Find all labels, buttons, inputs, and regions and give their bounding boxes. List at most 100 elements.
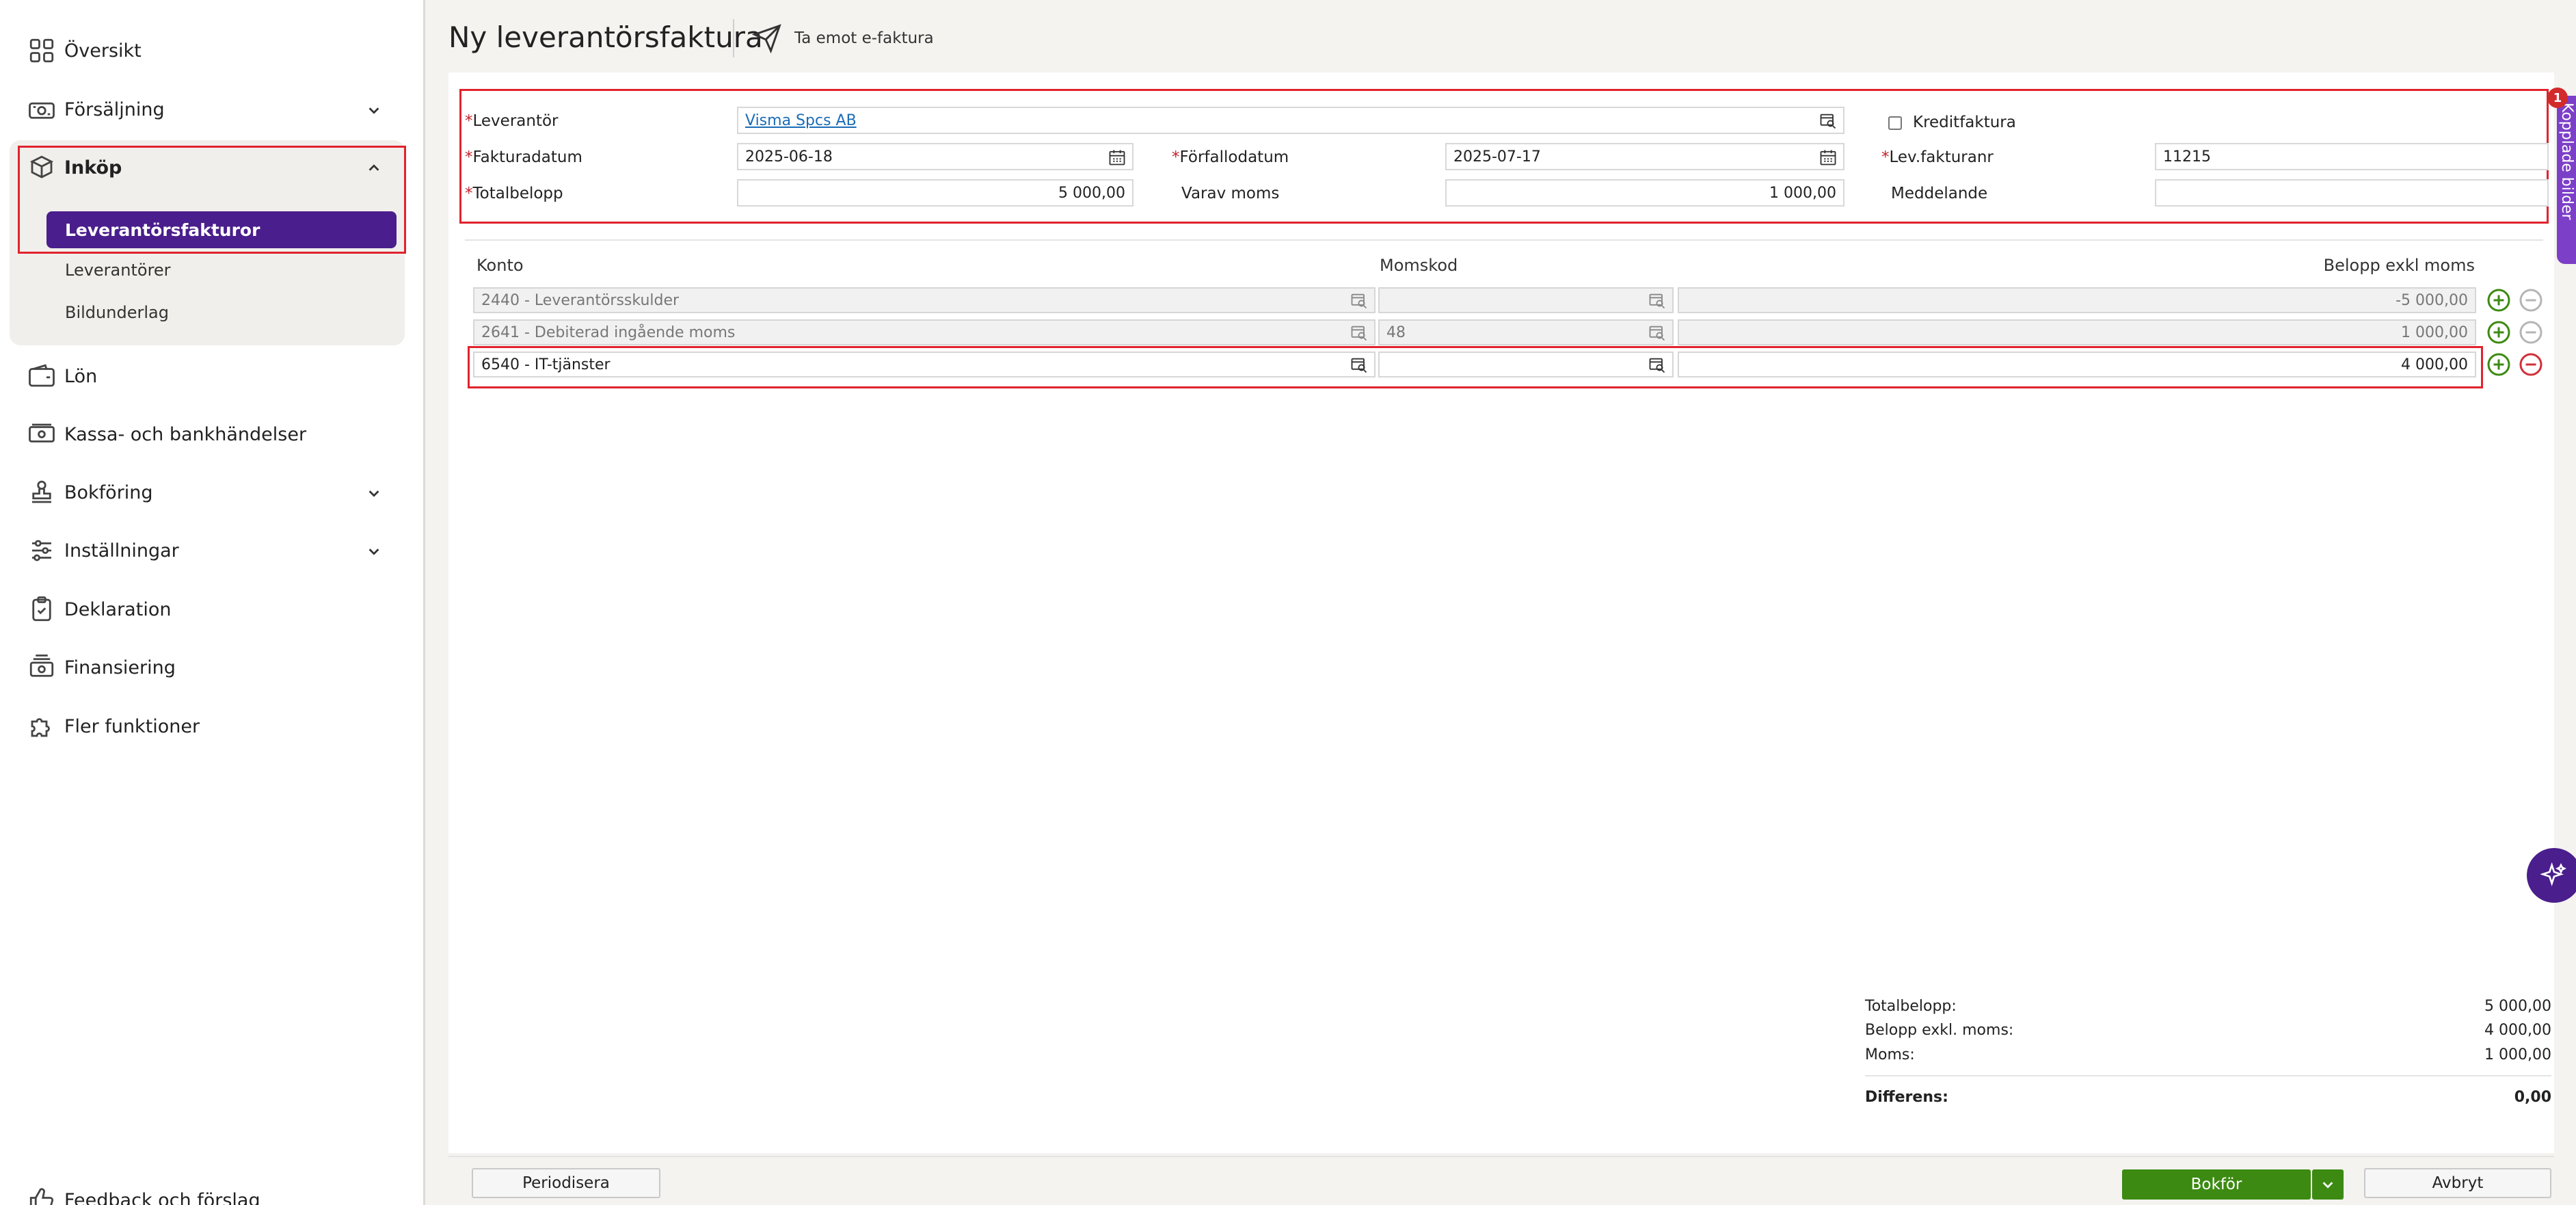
efaktura-button[interactable]: Ta emot e-faktura	[752, 23, 934, 53]
sub-bildunderlag[interactable]: Bildunderlag	[65, 303, 169, 322]
nav-kassa[interactable]: Kassa- och bankhändelser	[27, 414, 397, 455]
levfakturanr-label: *Lev.fakturanr	[1881, 148, 1994, 166]
fakturadatum-value: 2025-06-18	[745, 148, 833, 165]
nav-finansiering-label: Finansiering	[64, 657, 176, 678]
feedback-label: Feedback och förslag	[64, 1189, 260, 1205]
plus-icon	[2487, 289, 2510, 312]
chevron-down-icon[interactable]	[366, 103, 381, 118]
plus-icon	[2487, 353, 2510, 376]
fakturadatum-label: *Fakturadatum	[465, 148, 582, 166]
calendar-icon[interactable]	[1108, 148, 1127, 167]
feedback-link[interactable]: Feedback och förslag	[27, 1186, 260, 1205]
sub-leverantorsfakturor-label: Leverantörsfakturor	[65, 220, 260, 240]
plus-icon	[2487, 321, 2510, 344]
row-2-belopp[interactable]: 1 000,00	[1678, 319, 2476, 345]
wallet-icon	[27, 362, 56, 390]
fakturadatum-field[interactable]: 2025-06-18	[737, 143, 1133, 170]
lookup-icon[interactable]	[1350, 356, 1369, 375]
forfallodatum-value: 2025-07-17	[1453, 148, 1541, 165]
leverantor-link[interactable]: Visma Spcs AB	[745, 112, 857, 129]
nav-oversikt[interactable]: Översikt	[27, 30, 397, 71]
lookup-icon[interactable]	[1648, 356, 1667, 375]
lookup-icon[interactable]	[1819, 111, 1838, 131]
leverantor-field[interactable]: Visma Spcs AB	[737, 107, 1844, 134]
row-1-momskod[interactable]	[1378, 287, 1674, 313]
nav-fler-funktioner-label: Fler funktioner	[64, 715, 200, 737]
sum-exkl-label: Belopp exkl. moms:	[1865, 1022, 2014, 1039]
lookup-icon[interactable]	[1648, 323, 1667, 343]
row-3-konto[interactable]: 6540 - IT-tjänster	[473, 352, 1376, 378]
lookup-icon[interactable]	[1350, 291, 1369, 310]
kreditfaktura-checkbox[interactable]	[1888, 116, 1902, 130]
nav-oversikt-label: Översikt	[64, 40, 142, 62]
row-3-belopp-value: 4 000,00	[2401, 356, 2468, 373]
nav-kassa-label: Kassa- och bankhändelser	[64, 423, 307, 445]
levfakturanr-field[interactable]: 11215	[2155, 143, 2549, 170]
row-3-belopp[interactable]: 4 000,00	[1678, 352, 2476, 378]
meddelande-label: Meddelande	[1891, 185, 1988, 202]
form-divider	[465, 239, 2543, 241]
totalbelopp-label: *Totalbelopp	[465, 185, 563, 202]
ai-assistant-button[interactable]	[2527, 848, 2576, 903]
stamp-icon	[27, 478, 56, 507]
nav-deklaration[interactable]: Deklaration	[27, 589, 397, 630]
chevron-down-icon[interactable]	[366, 486, 381, 501]
chevron-up-icon[interactable]	[366, 161, 381, 176]
row-2-konto[interactable]: 2641 - Debiterad ingående moms	[473, 319, 1376, 345]
varavmoms-value: 1 000,00	[1769, 184, 1836, 202]
leverantor-label: *Leverantör	[465, 112, 559, 130]
row-1-konto[interactable]: 2440 - Leverantörsskulder	[473, 287, 1376, 313]
row-3-momskod[interactable]	[1378, 352, 1674, 378]
row-2-remove-button[interactable]	[2519, 320, 2543, 345]
row-2-add-button[interactable]	[2486, 320, 2511, 345]
nav-forsaljning[interactable]: Försäljning	[27, 89, 397, 130]
cash-register-icon	[27, 95, 56, 124]
row-1-belopp-value: -5 000,00	[2396, 291, 2468, 309]
lookup-icon[interactable]	[1350, 323, 1369, 343]
nav-lon[interactable]: Lön	[27, 356, 397, 397]
periodisera-button[interactable]: Periodisera	[472, 1168, 660, 1198]
bokfor-dropdown-button[interactable]	[2312, 1169, 2344, 1200]
nav-lon-label: Lön	[64, 365, 98, 387]
nav-forsaljning-label: Försäljning	[64, 98, 165, 120]
sliders-icon	[27, 536, 56, 565]
nav-inkop-label: Inköp	[64, 157, 122, 178]
bokfor-button[interactable]: Bokför	[2122, 1169, 2311, 1200]
nav-fler-funktioner[interactable]: Fler funktioner	[27, 706, 397, 747]
boxes-icon	[27, 153, 56, 182]
lookup-icon[interactable]	[1648, 291, 1667, 310]
forfallodatum-label: *Förfallodatum	[1172, 148, 1289, 166]
meddelande-field[interactable]	[2155, 179, 2549, 207]
col-header-belopp: Belopp exkl moms	[2323, 256, 2475, 275]
sub-leverantorer[interactable]: Leverantörer	[65, 261, 171, 280]
sum-totalbelopp-label: Totalbelopp:	[1865, 998, 1957, 1015]
sub-leverantorsfakturor[interactable]: Leverantörsfakturor	[46, 211, 397, 248]
sidebar: Översikt Försäljning Inköp Leverantörsfa…	[0, 0, 425, 1205]
row-3-remove-button[interactable]	[2519, 352, 2543, 377]
row-2-momskod[interactable]: 48	[1378, 319, 1674, 345]
row-1-remove-button[interactable]	[2519, 288, 2543, 313]
calendar-icon[interactable]	[1819, 148, 1838, 167]
row-1-add-button[interactable]	[2486, 288, 2511, 313]
nav-finansiering[interactable]: Finansiering	[27, 647, 397, 688]
sum-diff-label: Differens:	[1865, 1089, 1948, 1106]
efaktura-label: Ta emot e-faktura	[794, 29, 934, 47]
sum-diff-value: 0,00	[2514, 1089, 2551, 1106]
varavmoms-field[interactable]: 1 000,00	[1445, 179, 1844, 207]
chevron-down-icon[interactable]	[366, 544, 381, 559]
nav-installningar-label: Inställningar	[64, 540, 179, 561]
nav-bokforing[interactable]: Bokföring	[27, 472, 397, 513]
forfallodatum-field[interactable]: 2025-07-17	[1445, 143, 1844, 170]
minus-icon	[2519, 321, 2543, 344]
totalbelopp-field[interactable]: 5 000,00	[737, 179, 1133, 207]
thumbs-up-icon	[27, 1186, 56, 1205]
levfakturanr-value: 11215	[2163, 148, 2211, 165]
row-1-belopp[interactable]: -5 000,00	[1678, 287, 2476, 313]
row-3-add-button[interactable]	[2486, 352, 2511, 377]
minus-icon	[2519, 289, 2543, 312]
kopplade-bilder-tab[interactable]: Kopplade bilder	[2557, 96, 2576, 264]
nav-inkop[interactable]: Inköp	[27, 147, 397, 188]
puzzle-icon	[27, 712, 56, 741]
nav-installningar[interactable]: Inställningar	[27, 530, 397, 571]
avbryt-button[interactable]: Avbryt	[2364, 1168, 2551, 1198]
